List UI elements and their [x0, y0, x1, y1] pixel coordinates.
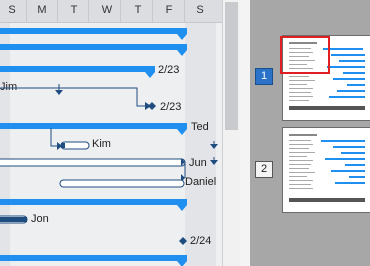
task-progress [0, 217, 27, 222]
vertical-scrollbar[interactable] [222, 0, 240, 266]
dependency-arrow [210, 144, 218, 149]
dependency-arrow [55, 90, 63, 95]
page-preview-image [289, 134, 365, 202]
dependency-line [0, 87, 145, 107]
pane-divider[interactable] [240, 0, 250, 266]
dependency-line [50, 128, 58, 147]
page-number-badge[interactable]: 2 [255, 161, 273, 178]
scrollbar-thumb[interactable] [225, 2, 238, 130]
gantt-shapes-layer [0, 84, 218, 245]
page-number-badge[interactable]: 1 [255, 68, 273, 85]
milestone-diamond [148, 102, 156, 110]
task-bar-jun [0, 158, 186, 167]
current-view-frame[interactable] [280, 36, 330, 74]
task-bar-kim [60, 141, 90, 150]
milestone-diamond [179, 237, 187, 245]
gantt-chart-area[interactable]: S M T W T F S 2/23 Jim 2/23 Ted Kim Jun … [0, 0, 222, 266]
task-progress [61, 143, 65, 148]
task-bar-daniel [59, 179, 185, 188]
dependency-arrow [210, 160, 218, 165]
page-thumbnail[interactable] [282, 127, 370, 213]
page-thumbnails-panel: 1 2 [250, 0, 370, 266]
